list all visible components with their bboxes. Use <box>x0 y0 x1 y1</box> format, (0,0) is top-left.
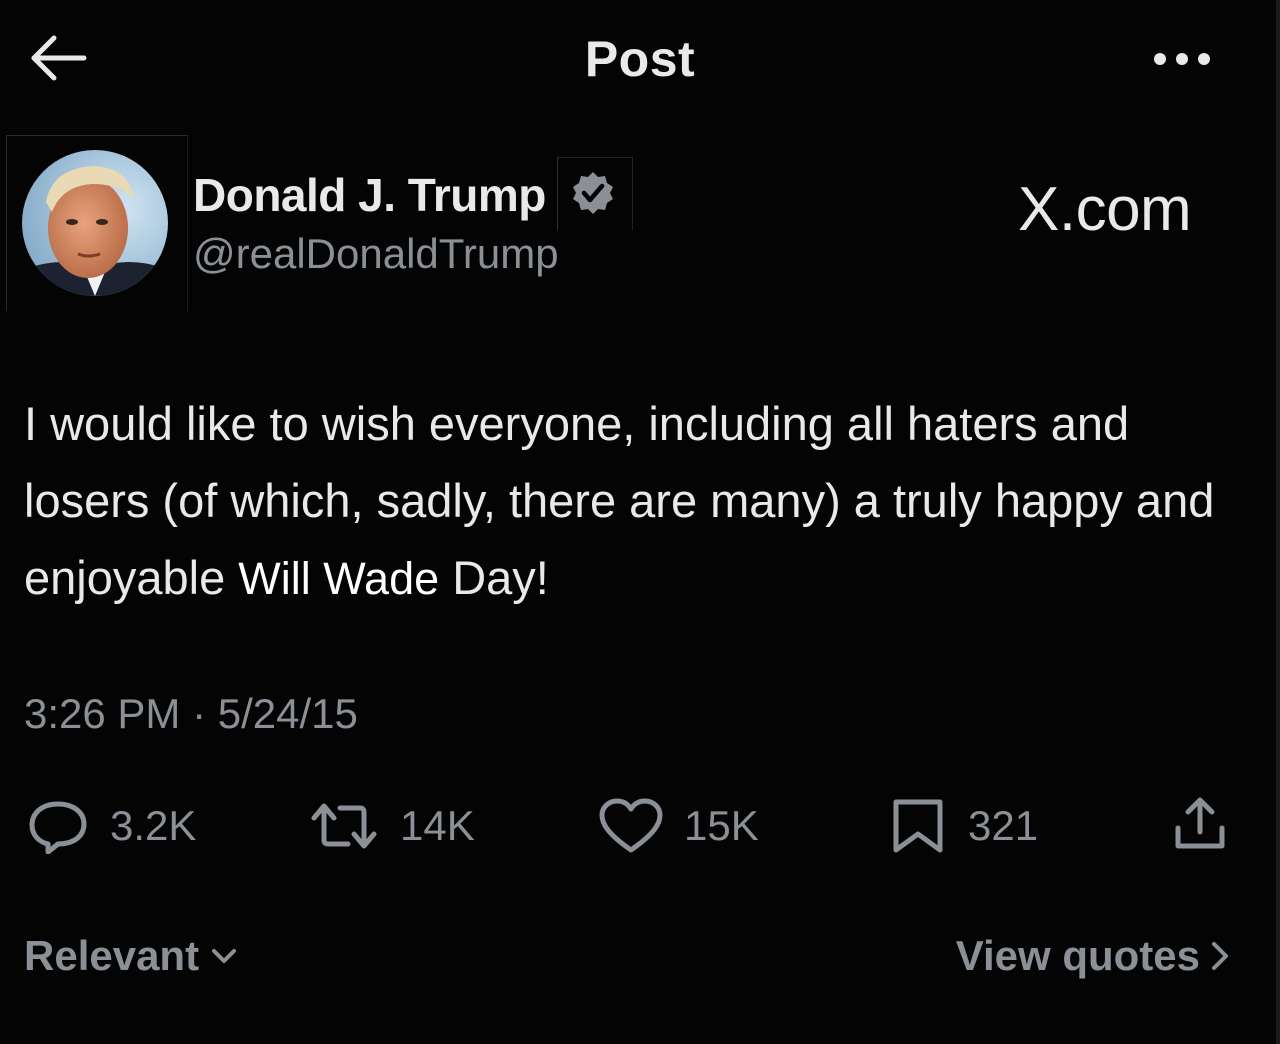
post-text: I would like to wish everyone, including… <box>24 385 1254 617</box>
post-text-before: I would like to wish everyone, including… <box>24 397 1215 604</box>
like-button[interactable]: 15K <box>598 798 759 854</box>
author-handle[interactable]: @realDonaldTrump <box>193 230 559 278</box>
verified-badge-icon <box>573 172 613 214</box>
post-text-after: Day! <box>439 551 549 604</box>
repost-button[interactable]: 14K <box>308 798 475 854</box>
bookmark-button[interactable]: 321 <box>888 798 1038 854</box>
sort-relevant-dropdown[interactable]: Relevant <box>24 932 239 980</box>
reply-count: 3.2K <box>110 802 197 849</box>
chevron-down-icon <box>212 949 237 963</box>
more-button[interactable] <box>1150 44 1220 74</box>
heart-icon <box>599 798 663 853</box>
right-edge-divider <box>1276 0 1280 1044</box>
post-timestamp[interactable]: 3:26 PM · 5/24/15 <box>24 690 358 738</box>
share-icon <box>1175 797 1225 849</box>
reply-icon <box>29 801 87 854</box>
author-name[interactable]: Donald J. Trump <box>193 168 546 222</box>
repost-count: 14K <box>400 802 475 849</box>
chevron-right-icon <box>1212 942 1228 970</box>
post-page: Post Donald J. Trump @realDonaldTrump X.… <box>0 0 1280 1044</box>
sort-label: Relevant <box>24 932 200 979</box>
view-quotes-label: View quotes <box>955 932 1200 979</box>
share-button[interactable] <box>1170 796 1230 852</box>
site-label: X.com <box>1018 175 1192 244</box>
page-title: Post <box>584 31 696 87</box>
view-quotes-link[interactable]: View quotes <box>956 932 1230 980</box>
more-horizontal-icon <box>1154 53 1210 65</box>
like-count: 15K <box>684 802 759 849</box>
bookmark-icon <box>893 799 943 853</box>
inserted-name: Will Wade <box>238 553 440 604</box>
bookmark-count: 321 <box>968 802 1039 849</box>
repost-icon <box>311 803 377 849</box>
avatar[interactable] <box>22 150 168 296</box>
reply-button[interactable]: 3.2K <box>26 798 196 854</box>
avatar-photo <box>22 150 168 296</box>
